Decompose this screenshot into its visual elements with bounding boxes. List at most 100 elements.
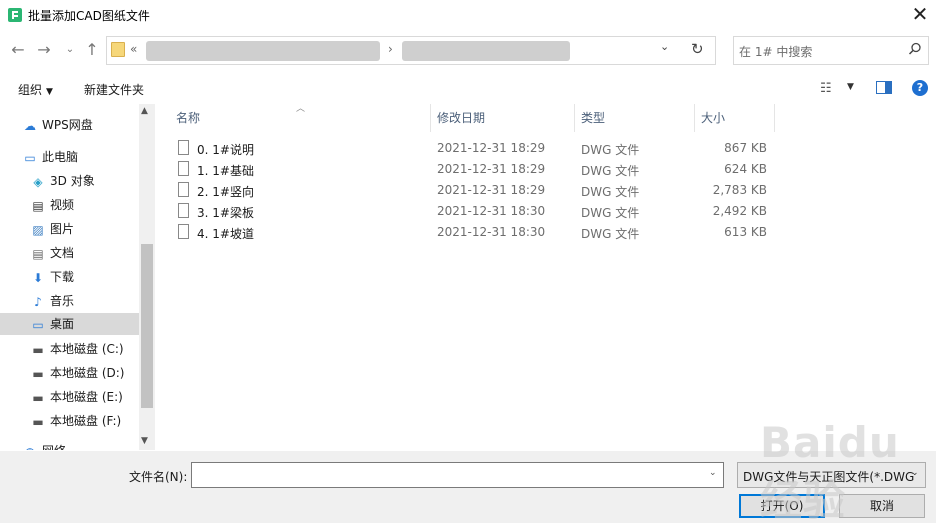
file-row[interactable]: 4. 1#坡道 2021-12-31 18:30 DWG 文件 613 KB: [170, 222, 775, 243]
file-icon: [178, 224, 189, 239]
desktop-icon: ▭: [32, 317, 44, 332]
nav-item-downloads[interactable]: ⬇ 下载: [30, 266, 139, 288]
breadcrumb-blurred-segment[interactable]: [402, 41, 570, 61]
nav-scroll-thumb[interactable]: [141, 244, 153, 408]
file-type: DWG 文件: [581, 206, 640, 220]
file-date: 2021-12-31 18:30: [437, 225, 546, 239]
file-size: 624 KB: [724, 162, 767, 176]
search-placeholder: 在 1# 中搜索: [739, 45, 813, 59]
nav-item-videos[interactable]: ▤ 视频: [30, 194, 139, 216]
file-icon: [178, 182, 189, 197]
nav-item-wps-cloud[interactable]: ☁ WPS网盘: [22, 114, 139, 136]
file-type: DWG 文件: [581, 143, 640, 157]
nav-item-this-pc[interactable]: ▭ 此电脑: [22, 146, 139, 168]
nav-item-music[interactable]: ♪ 音乐: [30, 290, 139, 312]
nav-item-label: 下载: [50, 270, 75, 284]
nav-item-3d-objects[interactable]: ◈ 3D 对象: [30, 170, 139, 192]
scroll-down-arrow-icon[interactable]: ▼: [141, 436, 148, 446]
drive-icon: ▬: [32, 366, 44, 381]
file-name: 1. 1#基础: [197, 164, 254, 178]
nav-item-drive-d[interactable]: ▬ 本地磁盘 (D:): [30, 362, 139, 384]
watermark: Baidu经验: [760, 418, 900, 525]
column-header-type[interactable]: 类型: [575, 104, 695, 132]
nav-item-label: 本地磁盘 (F:): [50, 414, 122, 428]
file-name: 0. 1#说明: [197, 143, 254, 157]
column-header-date[interactable]: 修改日期: [431, 104, 575, 132]
nav-item-label: 文档: [50, 246, 75, 260]
new-folder-button[interactable]: 新建文件夹: [84, 81, 144, 98]
music-icon: ♪: [34, 294, 42, 309]
organize-button[interactable]: 组织 ▼: [18, 81, 53, 98]
video-icon: ▤: [32, 198, 44, 213]
file-name: 4. 1#坡道: [197, 227, 254, 241]
file-type: DWG 文件: [581, 164, 640, 178]
nav-item-drive-c[interactable]: ▬ 本地磁盘 (C:): [30, 338, 139, 360]
folder-icon: [111, 42, 125, 57]
file-name: 3. 1#梁板: [197, 206, 254, 220]
view-options-icon[interactable]: ☷: [820, 81, 832, 96]
nav-item-pictures[interactable]: ▨ 图片: [30, 218, 139, 240]
back-arrow-icon[interactable]: ←: [8, 40, 28, 60]
nav-item-label: 视频: [50, 198, 75, 212]
nav-item-label: 图片: [50, 222, 75, 236]
drive-icon: ▬: [32, 414, 44, 429]
nav-item-label: WPS网盘: [42, 118, 93, 132]
filename-dropdown-icon[interactable]: ⌄: [709, 468, 717, 478]
organize-label: 组织: [18, 83, 43, 97]
nav-item-label: 音乐: [50, 294, 75, 308]
picture-icon: ▨: [32, 222, 44, 237]
preview-pane-icon[interactable]: [876, 81, 892, 94]
drive-icon: ▬: [32, 390, 44, 405]
app-icon: [8, 8, 22, 22]
view-dropdown-icon[interactable]: ▼: [847, 82, 854, 92]
download-icon: ⬇: [32, 270, 44, 285]
cube-icon: ◈: [33, 174, 43, 189]
nav-item-desktop[interactable]: ▭ 桌面: [0, 313, 139, 335]
computer-icon: ▭: [24, 150, 36, 165]
file-date: 2021-12-31 18:30: [437, 204, 546, 218]
file-icon: [178, 161, 189, 176]
breadcrumb-separator[interactable]: ›: [388, 42, 393, 56]
forward-arrow-icon[interactable]: →: [34, 40, 54, 60]
up-arrow-icon[interactable]: ↑: [82, 40, 102, 60]
file-row[interactable]: 2. 1#竖向 2021-12-31 18:29 DWG 文件 2,783 KB: [170, 180, 775, 201]
filename-input[interactable]: [191, 462, 724, 488]
column-header-size[interactable]: 大小: [695, 104, 775, 132]
address-dropdown-icon[interactable]: ⌄: [660, 40, 669, 53]
nav-item-network[interactable]: ◍ 网络: [22, 440, 139, 450]
file-row[interactable]: 3. 1#梁板 2021-12-31 18:30 DWG 文件 2,492 KB: [170, 201, 775, 222]
file-date: 2021-12-31 18:29: [437, 141, 546, 155]
cloud-icon: ☁: [24, 118, 36, 133]
caret-down-icon: ▼: [46, 87, 53, 97]
file-row[interactable]: 0. 1#说明 2021-12-31 18:29 DWG 文件 867 KB: [170, 138, 775, 159]
file-date: 2021-12-31 18:29: [437, 183, 546, 197]
nav-item-label: 网络: [42, 444, 66, 450]
recent-locations-chevron-icon[interactable]: ⌄: [60, 40, 80, 60]
file-name: 2. 1#竖向: [197, 185, 254, 199]
nav-item-label: 本地磁盘 (C:): [50, 342, 124, 356]
file-row[interactable]: 1. 1#基础 2021-12-31 18:29 DWG 文件 624 KB: [170, 159, 775, 180]
file-size: 2,783 KB: [712, 183, 767, 197]
help-icon[interactable]: ?: [912, 80, 928, 96]
file-type: DWG 文件: [581, 227, 640, 241]
nav-item-drive-f[interactable]: ▬ 本地磁盘 (F:): [30, 410, 139, 432]
nav-item-drive-e[interactable]: ▬ 本地磁盘 (E:): [30, 386, 139, 408]
nav-item-label: 桌面: [50, 317, 75, 331]
nav-item-label: 本地磁盘 (E:): [50, 390, 123, 404]
search-icon[interactable]: [908, 42, 922, 56]
nav-item-documents[interactable]: ▤ 文档: [30, 242, 139, 264]
close-button[interactable]: ✕: [906, 2, 934, 28]
file-date: 2021-12-31 18:29: [437, 162, 546, 176]
refresh-icon[interactable]: ↻: [691, 40, 704, 58]
navigation-pane: ☁ WPS网盘 ▭ 此电脑 ◈ 3D 对象 ▤ 视频 ▨ 图片 ▤ 文档 ⬇ 下载 ♪ 音乐 ▭…: [0, 104, 155, 450]
network-icon: ◍: [22, 441, 38, 451]
nav-item-label: 此电脑: [42, 150, 79, 164]
nav-item-label: 3D 对象: [50, 174, 95, 188]
nav-item-label: 本地磁盘 (D:): [50, 366, 125, 380]
file-type: DWG 文件: [581, 185, 640, 199]
breadcrumb-blurred-segment[interactable]: [146, 41, 380, 61]
filename-label: 文件名(N):: [129, 470, 188, 484]
scroll-up-arrow-icon[interactable]: ▲: [141, 106, 148, 116]
file-size: 2,492 KB: [712, 204, 767, 218]
breadcrumb-overflow[interactable]: «: [130, 42, 137, 56]
